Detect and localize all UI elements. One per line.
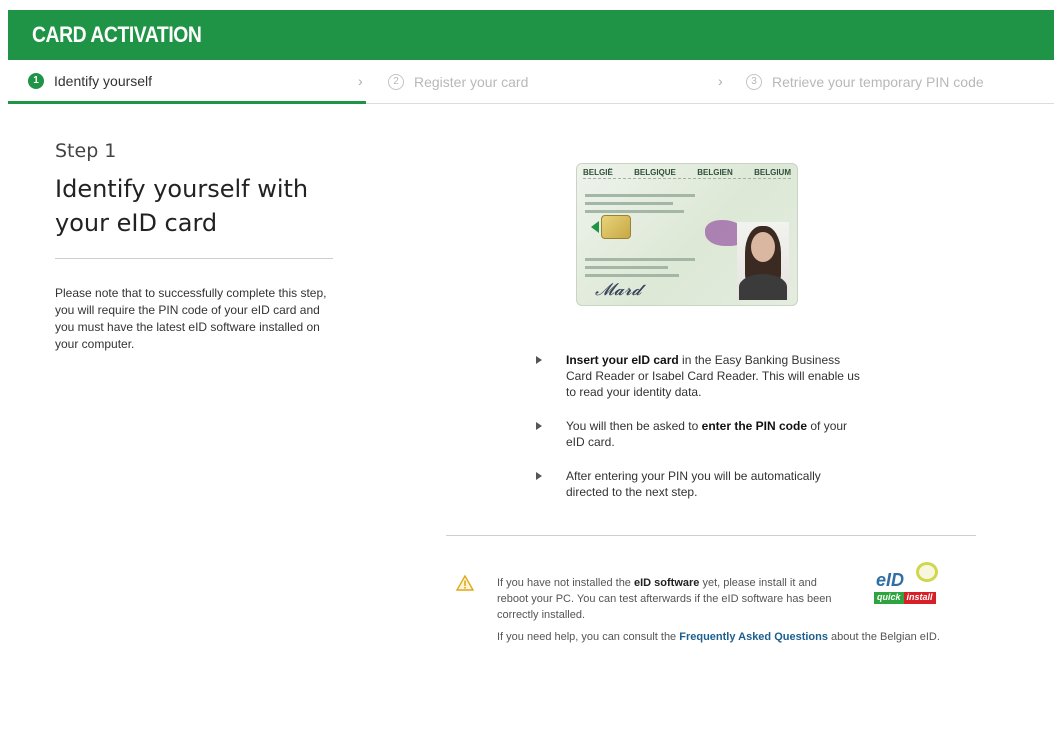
divider — [55, 258, 333, 259]
step-2-label: Register your card — [414, 73, 529, 90]
instruction-text: You will then be asked to — [566, 419, 702, 433]
software-warning: If you have not installed the eID softwa… — [497, 575, 837, 623]
install-label: install — [903, 592, 936, 604]
instruction-list: Insert your eID card in the Easy Banking… — [536, 352, 866, 518]
card-arrow-icon — [591, 221, 599, 233]
step-navigation: 1 Identify yourself › 2 Register your ca… — [8, 60, 1054, 104]
eid-quick-install-button[interactable]: eID quick install — [866, 562, 950, 606]
list-item: You will then be asked to enter the PIN … — [536, 418, 866, 450]
bullet-arrow-icon — [536, 472, 542, 480]
warning-icon — [456, 575, 474, 591]
step-1-label: Identify yourself — [54, 72, 153, 89]
faq-link[interactable]: Frequently Asked Questions — [679, 631, 828, 643]
list-item: After entering your PIN you will be auto… — [536, 468, 866, 500]
bullet-arrow-icon — [536, 356, 542, 364]
chip-icon — [601, 215, 631, 239]
warning-text: If you have not installed the — [497, 577, 634, 589]
step-3-tab[interactable]: 3 Retrieve your temporary PIN code — [746, 60, 984, 103]
quick-label: quick — [874, 592, 904, 604]
step-1-number: 1 — [28, 72, 44, 89]
eid-logo-word: eID — [876, 570, 905, 590]
eid-card-icon — [916, 562, 938, 582]
step-2-number: 2 — [388, 73, 404, 90]
requirements-note: Please note that to successfully complet… — [55, 286, 327, 351]
chevron-right-icon: › — [718, 73, 723, 89]
id-photo — [737, 222, 789, 300]
card-country: BELGIUM — [754, 168, 791, 177]
quick-install-strip: quick install — [874, 592, 948, 604]
instruction-emphasis: Insert your eID card — [566, 353, 679, 367]
chevron-right-icon: › — [358, 73, 363, 89]
signature-icon: 𝓜𝓪𝓻𝓭 — [595, 280, 642, 300]
help-prefix: If you need help, you can consult the — [497, 631, 680, 643]
divider — [446, 535, 976, 536]
card-header-rule — [583, 178, 791, 180]
step-3-label: Retrieve your temporary PIN code — [772, 73, 984, 90]
card-country: BELGIQUE — [634, 168, 676, 177]
bullet-arrow-icon — [536, 422, 542, 430]
help-suffix: about the Belgian eID. — [828, 631, 940, 643]
photo-shoulders — [739, 274, 787, 300]
intro-panel: Step 1 Identify yourself with your eID c… — [55, 140, 335, 353]
photo-face — [751, 232, 775, 262]
help-text: If you need help, you can consult the Fr… — [497, 631, 940, 643]
card-country-header: BELGIË BELGIQUE BELGIEN BELGIUM — [583, 168, 791, 177]
eid-card-illustration: BELGIË BELGIQUE BELGIEN BELGIUM 𝓜𝓪𝓻𝓭 — [576, 163, 798, 306]
step-3-number: 3 — [746, 73, 762, 90]
instruction-text: After entering your PIN you will be auto… — [566, 469, 821, 499]
step-2-tab[interactable]: 2 Register your card — [388, 60, 528, 103]
card-country: BELGIEN — [697, 168, 733, 177]
section-heading: Identify yourself with your eID card — [55, 175, 309, 237]
step-1-tab[interactable]: 1 Identify yourself — [8, 60, 366, 104]
header-bar: CARD ACTIVATION — [8, 10, 1054, 60]
card-text-lines — [585, 194, 695, 218]
instruction-emphasis: enter the PIN code — [701, 419, 808, 433]
page-title: CARD ACTIVATION — [32, 22, 202, 47]
card-country: BELGIË — [583, 168, 613, 177]
warning-emphasis: eID software — [633, 577, 700, 589]
card-text-lines — [585, 258, 695, 282]
list-item: Insert your eID card in the Easy Banking… — [536, 352, 866, 400]
step-kicker: Step 1 — [55, 140, 117, 162]
